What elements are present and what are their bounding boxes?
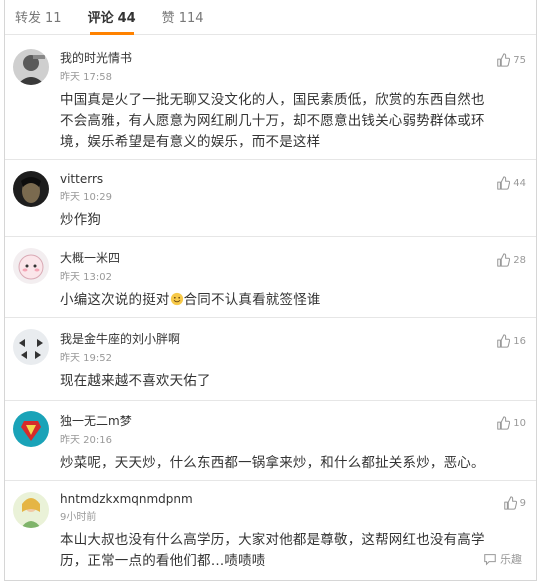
like-count: 16 bbox=[513, 335, 526, 347]
like-button[interactable]: 28 bbox=[496, 253, 526, 267]
comment-text: 炒菜呢，天天炒，什么东西都一锅拿来炒，和什么都扯关系炒，恶心。 bbox=[60, 455, 485, 471]
like-count: 44 bbox=[513, 177, 526, 189]
timestamp: 9小时前 bbox=[60, 512, 97, 523]
tab-comments-label: 评论 bbox=[87, 11, 114, 26]
comment-list: 我的时光情书 昨天 17:58 中国真是火了一批无聊又没文化的人，国民素质低，欣… bbox=[5, 35, 536, 579]
like-button[interactable]: 75 bbox=[496, 53, 526, 67]
avatar[interactable] bbox=[13, 49, 49, 85]
timestamp: 昨天 10:29 bbox=[60, 192, 112, 203]
comment-item: 大概一米四 昨天 13:02 小编这次说的挺对 合同不认真看就签怪谁 28 bbox=[5, 237, 536, 318]
like-button[interactable]: 9 bbox=[503, 496, 526, 510]
comment-text: 本山大叔也没有什么高学历，大家对他都是尊敬，这帮网红也没有高学历，正常一点的看他… bbox=[60, 532, 485, 569]
tab-bar: 转发 11 评论 44 赞 114 bbox=[5, 0, 536, 35]
smile-emoji-icon bbox=[170, 292, 183, 306]
thumbs-up-icon bbox=[497, 334, 511, 348]
username[interactable]: 我是金牛座的刘小胖啊 bbox=[60, 330, 490, 347]
comment-item: 独一无二m梦 昨天 20:16 炒菜呢，天天炒，什么东西都一锅拿来炒，和什么都扯… bbox=[5, 401, 536, 481]
tab-likes-label: 赞 bbox=[161, 11, 175, 26]
tab-comments[interactable]: 评论 44 bbox=[87, 7, 148, 35]
thumbs-up-icon bbox=[497, 416, 511, 430]
comment-item: 我是金牛座的刘小胖啊 昨天 19:52 现在越来越不喜欢天佑了 16 bbox=[5, 318, 536, 401]
timestamp: 昨天 20:16 bbox=[60, 435, 112, 446]
like-button[interactable]: 10 bbox=[496, 416, 526, 430]
comment-text-part: 合同不认真看就签怪谁 bbox=[183, 292, 321, 308]
tab-likes-count: 114 bbox=[178, 11, 204, 26]
like-count: 9 bbox=[519, 497, 526, 509]
avatar[interactable] bbox=[13, 329, 49, 365]
username[interactable]: vitterrs bbox=[60, 172, 490, 186]
comment-text: 现在越来越不喜欢天佑了 bbox=[60, 373, 211, 389]
comment-panel: 转发 11 评论 44 赞 114 我的时光情书 昨天 17:58 中国真是火了一批无… bbox=[4, 0, 537, 581]
timestamp: 昨天 13:02 bbox=[60, 272, 112, 283]
username[interactable]: 大概一米四 bbox=[60, 249, 490, 266]
username[interactable]: 我的时光情书 bbox=[60, 49, 490, 66]
tab-repost-label: 转发 bbox=[15, 11, 42, 26]
username[interactable]: 独一无二m梦 bbox=[60, 412, 490, 429]
tab-likes[interactable]: 赞 114 bbox=[162, 7, 216, 34]
comment-text: 小编这次说的挺对 合同不认真看就签怪谁 bbox=[60, 290, 490, 311]
like-count: 28 bbox=[513, 254, 526, 266]
like-button[interactable]: 16 bbox=[496, 334, 526, 348]
watermark-text: 乐趣 bbox=[500, 553, 522, 566]
watermark: 乐趣 bbox=[483, 551, 522, 567]
comment-item: 我的时光情书 昨天 17:58 中国真是火了一批无聊又没文化的人，国民素质低，欣… bbox=[5, 35, 536, 160]
username[interactable]: hntmdzkxmqnmdpnm bbox=[60, 492, 490, 506]
timestamp: 昨天 19:52 bbox=[60, 353, 112, 364]
comment-text-part: 小编这次说的挺对 bbox=[60, 292, 170, 308]
thumbs-up-icon bbox=[497, 176, 511, 190]
comment-text: 炒作狗 bbox=[60, 212, 102, 228]
like-count: 10 bbox=[513, 417, 526, 429]
thumbs-up-icon bbox=[503, 496, 517, 510]
chat-bubble-icon bbox=[484, 554, 496, 566]
comment-item: vitterrs 昨天 10:29 炒作狗 44 bbox=[5, 160, 536, 237]
comment-text: 中国真是火了一批无聊又没文化的人，国民素质低，欣赏的东西自然也不会高雅，有人愿意… bbox=[60, 92, 485, 150]
thumbs-up-icon bbox=[497, 53, 511, 67]
like-count: 75 bbox=[513, 54, 526, 66]
avatar[interactable] bbox=[13, 171, 49, 207]
avatar[interactable] bbox=[13, 248, 49, 284]
tab-repost[interactable]: 转发 11 bbox=[15, 7, 74, 34]
avatar[interactable] bbox=[13, 492, 49, 528]
tab-repost-count: 11 bbox=[45, 11, 62, 26]
thumbs-up-icon bbox=[497, 253, 511, 267]
timestamp: 昨天 17:58 bbox=[60, 72, 112, 83]
like-button[interactable]: 44 bbox=[496, 176, 526, 190]
comment-item: hntmdzkxmqnmdpnm 9小时前 本山大叔也没有什么高学历，大家对他都… bbox=[5, 481, 536, 579]
tab-comments-count: 44 bbox=[117, 11, 136, 26]
avatar[interactable] bbox=[13, 411, 49, 447]
